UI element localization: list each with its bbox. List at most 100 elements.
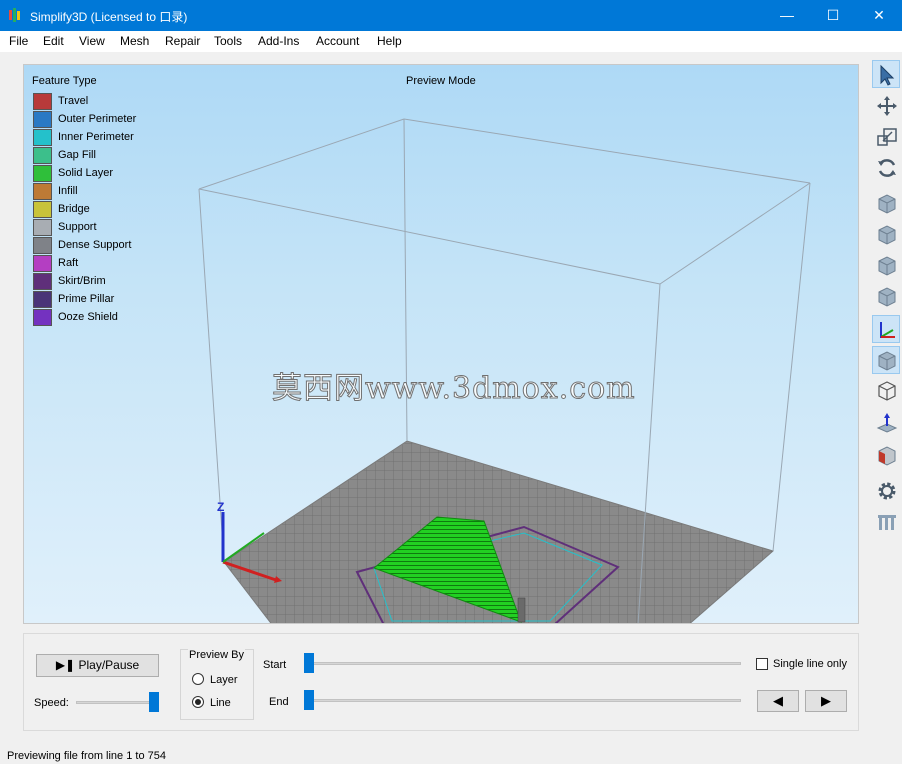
close-button[interactable]: ✕: [856, 0, 902, 31]
rotate-icon: [878, 159, 896, 177]
legend-label: Gap Fill: [58, 149, 96, 161]
watermark-text: 莫西网www.3dmox.com: [272, 371, 636, 407]
legend-label: Dense Support: [58, 239, 132, 251]
line-radio-label: Line: [210, 697, 231, 709]
legend-swatch: [33, 291, 52, 308]
maximize-icon: ☐: [826, 7, 840, 23]
view-top-button[interactable]: [872, 220, 900, 248]
supports-icon: [878, 515, 896, 530]
legend-swatch: [33, 255, 52, 272]
menu-file[interactable]: File: [9, 34, 28, 48]
menu-mesh[interactable]: Mesh: [120, 34, 149, 48]
view-toolbar: [870, 56, 902, 744]
view-top-icon: [878, 225, 896, 245]
next-step-button[interactable]: ▶: [805, 690, 847, 712]
legend-swatch: [33, 183, 52, 200]
line-radio[interactable]: [192, 696, 204, 708]
start-slider-thumb[interactable]: [304, 653, 314, 673]
settings-gear-button[interactable]: [872, 476, 900, 504]
legend-label: Solid Layer: [58, 167, 114, 179]
axes-button[interactable]: [872, 315, 900, 343]
scene-canvas: Z: [24, 65, 811, 623]
legend-label: Support: [58, 221, 97, 233]
supports-button[interactable]: [872, 507, 900, 535]
settings-gear-icon: [878, 482, 896, 500]
wireframe-view-button[interactable]: [872, 376, 900, 404]
legend-label: Raft: [58, 257, 79, 269]
right-arrow-icon: ▶: [821, 693, 831, 708]
menu-add-ins[interactable]: Add-Ins: [258, 34, 299, 48]
previous-step-button[interactable]: ◀: [757, 690, 799, 712]
layer-radio-label: Layer: [210, 674, 238, 686]
preview-by-title: Preview By: [188, 649, 246, 661]
legend-swatch: [33, 165, 52, 182]
minimize-icon: —: [780, 7, 794, 23]
build-plate-button[interactable]: [872, 407, 900, 435]
view-side-icon: [878, 256, 896, 276]
view-front-button[interactable]: [872, 189, 900, 217]
legend-title: Feature Type: [32, 75, 97, 87]
scale-icon: [877, 128, 897, 146]
view-side-button[interactable]: [872, 251, 900, 279]
view-front-icon: [878, 194, 896, 214]
cross-section-button[interactable]: [872, 441, 900, 469]
start-slider-track[interactable]: [306, 662, 741, 665]
3d-preview-viewport[interactable]: Z Feature Type Travel Outer Perimeter Inne…: [23, 64, 859, 624]
end-label: End: [269, 696, 289, 708]
close-icon: ✕: [873, 7, 885, 23]
legend-swatch: [33, 309, 52, 326]
legend-swatch: [33, 237, 52, 254]
menu-account[interactable]: Account: [316, 34, 359, 48]
legend-label: Outer Perimeter: [58, 113, 137, 125]
legend-label: Ooze Shield: [58, 311, 118, 323]
legend-label: Bridge: [58, 203, 90, 215]
start-label: Start: [263, 659, 287, 671]
play-pause-icon: ▶❚: [55, 658, 76, 672]
minimize-button[interactable]: —: [764, 0, 810, 31]
legend-label: Skirt/Brim: [58, 275, 106, 287]
status-text: Previewing file from line 1 to 754: [7, 750, 166, 762]
legend-swatch: [33, 273, 52, 290]
solid-view-button[interactable]: [872, 346, 900, 374]
title-bar: Simplify3D (Licensed to 口录) — ☐ ✕: [0, 0, 902, 31]
left-arrow-icon: ◀: [773, 693, 783, 708]
single-line-only-label: Single line only: [773, 658, 847, 670]
prime-pillar: [517, 597, 526, 623]
menu-tools[interactable]: Tools: [214, 34, 242, 48]
window-title: Simplify3D (Licensed to 口录): [30, 10, 188, 24]
simplify3d-app-icon: [9, 8, 20, 22]
solid-view-icon: [878, 351, 896, 371]
menu-view[interactable]: View: [79, 34, 105, 48]
rotate-button[interactable]: [872, 153, 900, 181]
skirt-outline: [24, 65, 25, 66]
preview-by-group: Preview By Layer Line: [180, 649, 254, 720]
legend-label: Travel: [58, 95, 89, 107]
axes-icon: [880, 322, 895, 338]
menu-repair[interactable]: Repair: [165, 34, 200, 48]
view-iso-icon: [878, 287, 896, 307]
legend-swatch: [33, 219, 52, 236]
layer-radio[interactable]: [192, 673, 204, 685]
select-button[interactable]: [872, 60, 900, 88]
single-line-only-checkbox[interactable]: [756, 658, 768, 670]
scale-button[interactable]: [872, 122, 900, 150]
menu-help[interactable]: Help: [377, 34, 402, 48]
play-pause-button[interactable]: ▶❚ Play/Pause: [36, 654, 159, 677]
end-slider-track[interactable]: [306, 699, 741, 702]
play-pause-label: Play/Pause: [78, 658, 140, 672]
view-iso-button[interactable]: [872, 282, 900, 310]
speed-slider-thumb[interactable]: [149, 692, 159, 712]
end-slider-thumb[interactable]: [304, 690, 314, 710]
legend-label: Inner Perimeter: [58, 131, 134, 143]
maximize-button[interactable]: ☐: [810, 0, 856, 31]
legend-label: Prime Pillar: [58, 293, 115, 305]
move-icon: [877, 96, 897, 116]
legend-label: Infill: [58, 185, 78, 197]
menu-edit[interactable]: Edit: [43, 34, 64, 48]
legend-swatch: [33, 147, 52, 164]
legend-swatch: [33, 201, 52, 218]
move-button[interactable]: [872, 91, 900, 119]
speed-label: Speed:: [34, 697, 69, 709]
speed-slider-track[interactable]: [76, 701, 159, 704]
z-axis-label: Z: [217, 500, 224, 514]
